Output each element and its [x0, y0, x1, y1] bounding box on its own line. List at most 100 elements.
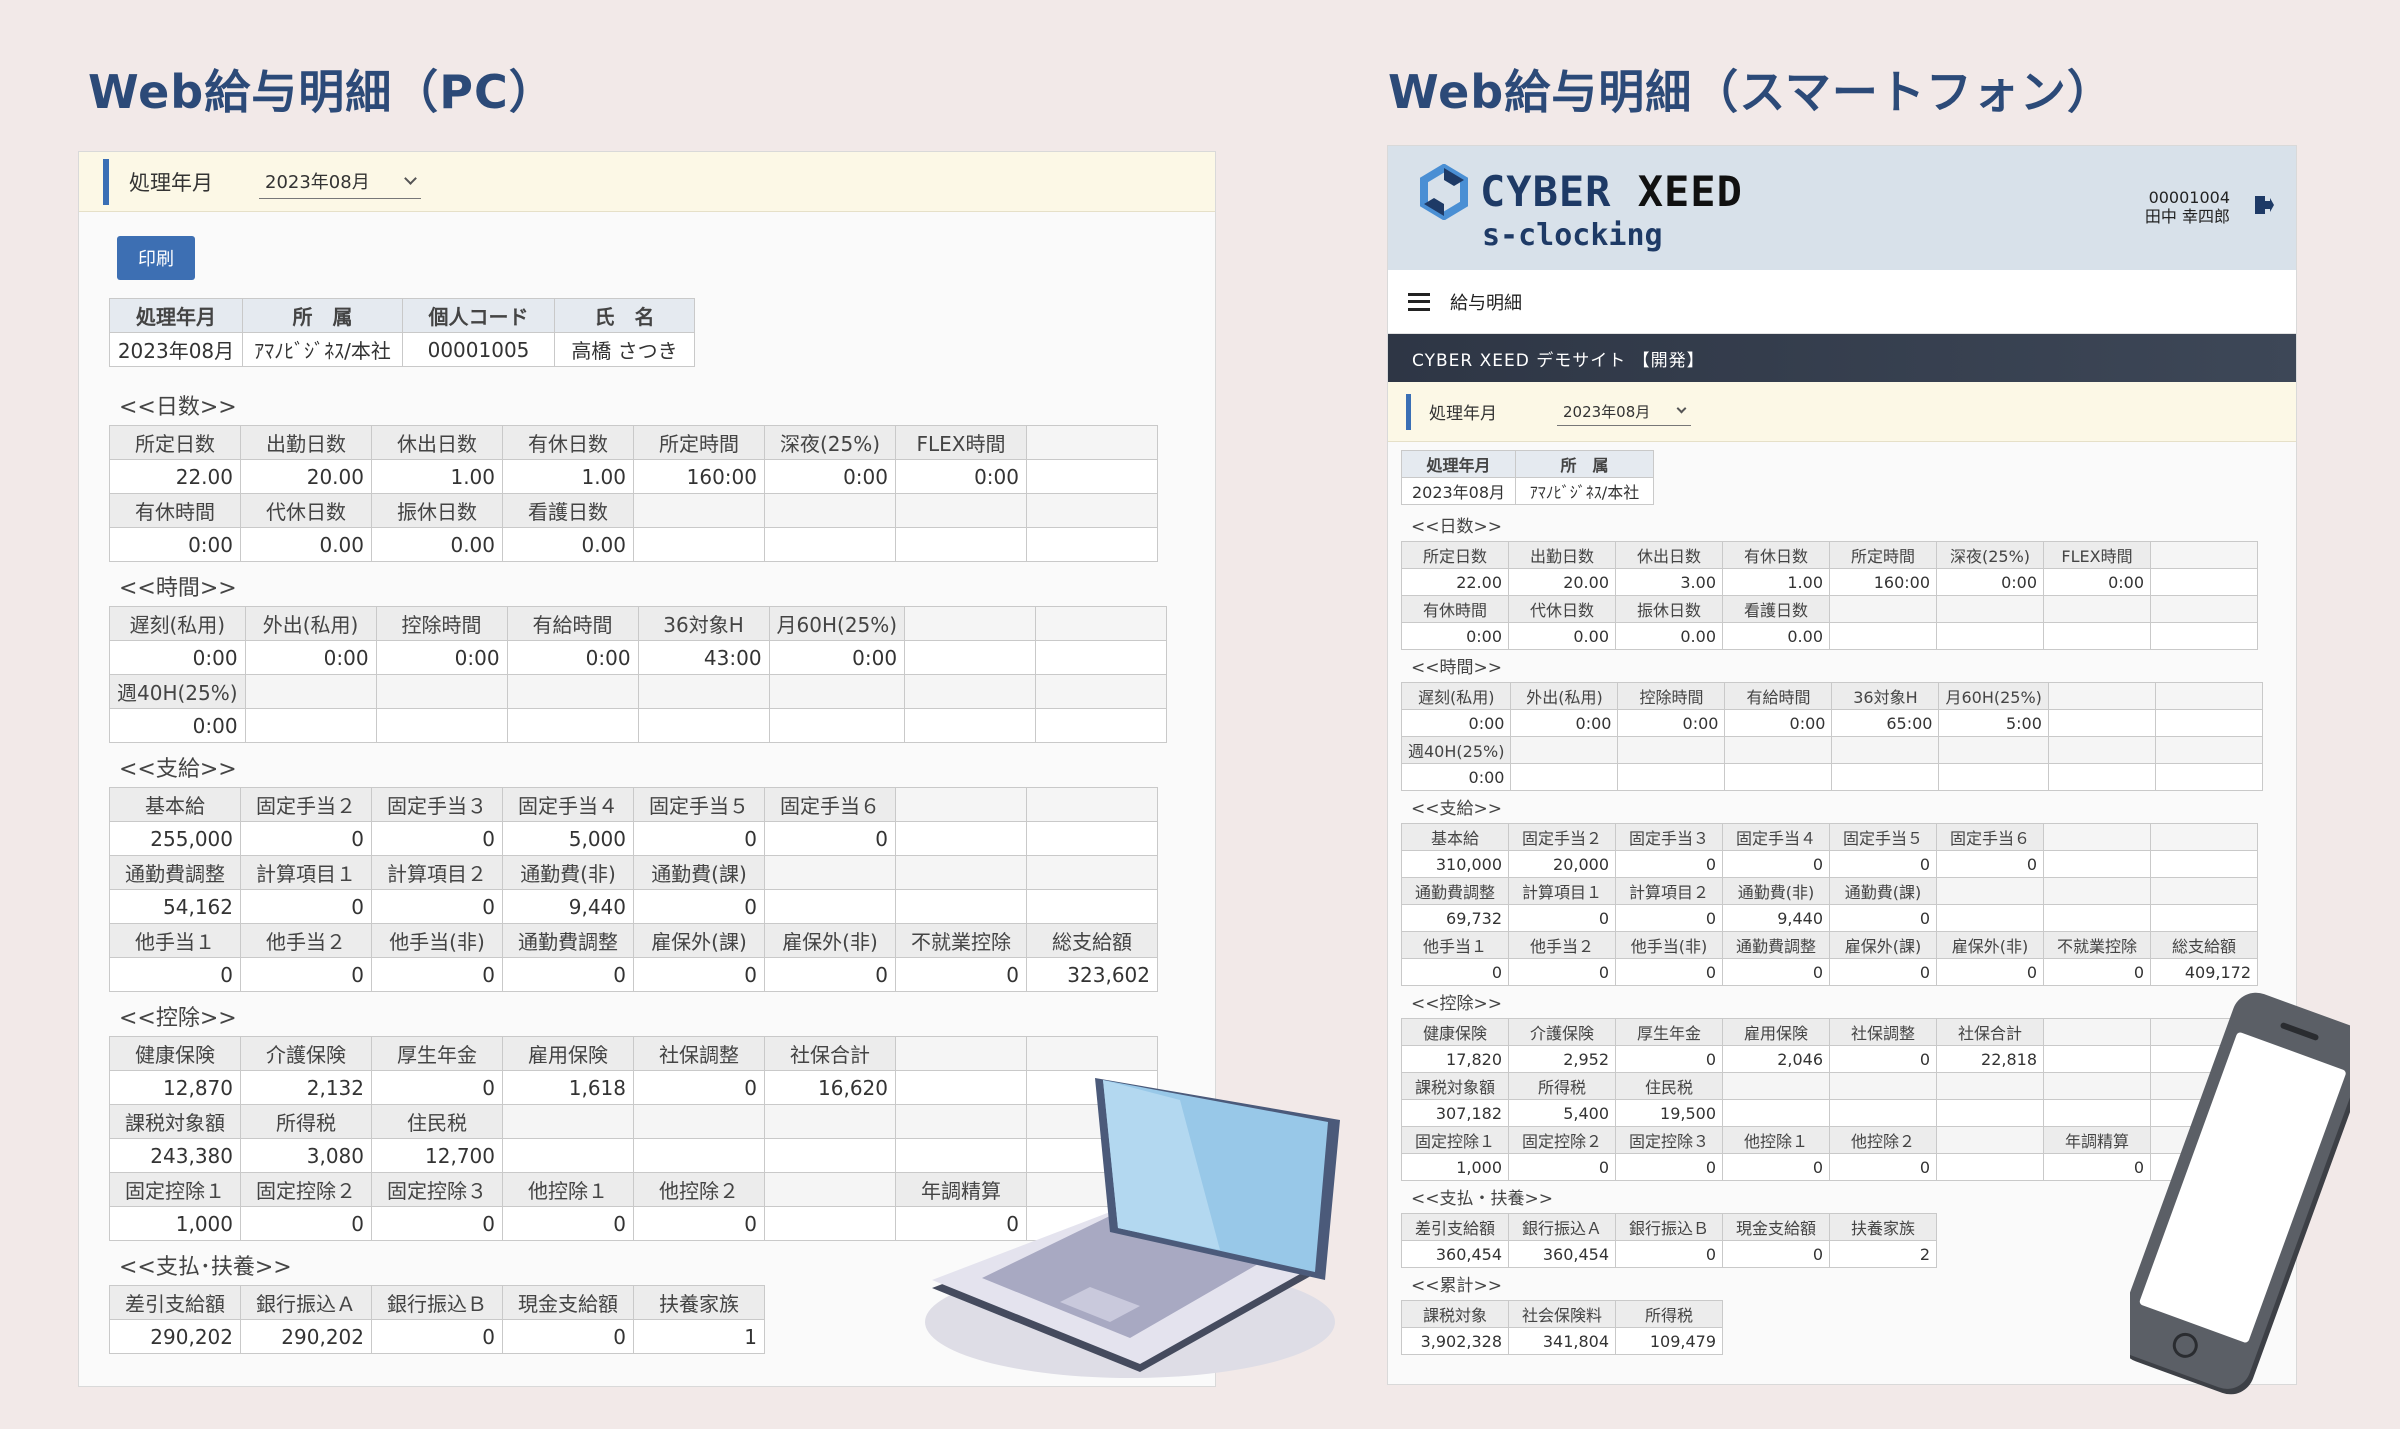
value-cell: 0 — [502, 1319, 634, 1354]
header-cell: 社保調整 — [633, 1036, 765, 1071]
logo-subtitle: s-clocking — [1482, 218, 1663, 253]
value-cell: 307,182 — [1401, 1099, 1509, 1127]
empty-cell — [2043, 904, 2151, 932]
value-cell: 109,479 — [1615, 1327, 1723, 1355]
value-cell: 0 — [240, 821, 372, 856]
empty-cell — [1936, 877, 2044, 905]
header-cell: 雇用保険 — [1722, 1018, 1830, 1046]
empty-cell — [1026, 425, 1158, 460]
header-cell: 雇保外(非) — [764, 923, 896, 958]
chevron-down-icon — [404, 171, 417, 185]
value-cell: 22,818 — [1936, 1045, 2044, 1073]
value-cell: 0 — [371, 889, 503, 924]
value-cell: 2,132 — [240, 1070, 372, 1105]
value-cell: 65:00 — [1831, 709, 1940, 737]
value-cell: 0:00 — [1400, 709, 1512, 737]
header-cell: 深夜(25%) — [764, 425, 896, 460]
empty-cell — [1035, 708, 1168, 743]
info-table: 処理年月所 属 2023年08月 ｱﾏﾉﾋﾞｼﾞﾈｽ/本社 — [1401, 450, 1654, 505]
table-row: 54,162 0 0 9,440 0 — [109, 889, 1158, 924]
section-title: <<時間>> — [119, 576, 237, 601]
empty-cell — [1724, 763, 1833, 791]
value-cell: 0 — [240, 957, 372, 992]
empty-cell — [1026, 459, 1158, 494]
value-cell: 43:00 — [637, 640, 770, 675]
empty-cell — [904, 606, 1037, 641]
value-cell: 0:00 — [1400, 763, 1512, 791]
empty-cell — [904, 674, 1037, 709]
empty-cell — [2150, 622, 2258, 650]
print-button[interactable]: 印刷 — [117, 236, 195, 280]
value-cell: 54,162 — [109, 889, 241, 924]
header-cell: 固定手当３ — [371, 787, 503, 822]
value-cell: 160:00 — [1829, 568, 1937, 596]
header-cell: 他手当(非) — [1615, 931, 1723, 959]
header-cell: 所定日数 — [109, 425, 241, 460]
empty-cell — [764, 1138, 896, 1173]
empty-cell — [1938, 763, 2049, 791]
header-cell: 固定控除３ — [1615, 1126, 1723, 1154]
header-cell: 社保合計 — [1936, 1018, 2044, 1046]
empty-cell — [1026, 821, 1158, 856]
value-cell: 0 — [764, 957, 896, 992]
section-title: <<支給>> — [119, 757, 237, 782]
table-row: 遅刻(私用) 外出(私用) 控除時間 有給時間 36対象H 月60H(25%) — [1400, 682, 2263, 710]
value-cell: 2 — [1829, 1240, 1937, 1268]
value-cell: 0 — [1829, 904, 1937, 932]
header-cell: 通勤費調整 — [1722, 931, 1830, 959]
header-cell: 代休日数 — [240, 493, 372, 528]
table-row: 基本給 固定手当２ 固定手当３ 固定手当４ 固定手当５ 固定手当６ — [1401, 823, 2258, 851]
table-row: 週40H(25%) — [109, 674, 1168, 709]
hamburger-icon[interactable] — [1408, 292, 1430, 311]
value-cell: 0:00 — [768, 640, 906, 675]
logout-icon[interactable] — [2254, 194, 2274, 216]
empty-cell — [633, 527, 765, 562]
empty-cell — [2154, 682, 2263, 710]
header-cell: 不就業控除 — [895, 923, 1027, 958]
empty-cell — [2047, 763, 2156, 791]
empty-cell — [2043, 595, 2151, 623]
header-cell: 健康保険 — [109, 1036, 241, 1071]
header-cell: 他手当２ — [1508, 931, 1616, 959]
empty-cell — [637, 674, 770, 709]
period-select[interactable]: 2023年08月 — [259, 165, 421, 199]
empty-cell — [2043, 823, 2151, 851]
empty-cell — [633, 1104, 765, 1139]
value-cell: 160:00 — [633, 459, 765, 494]
info-value-cell: 2023年08月 — [1401, 477, 1516, 505]
accent-bar — [1406, 393, 1411, 430]
header-cell: 36対象H — [1831, 682, 1940, 710]
empty-cell — [1026, 855, 1158, 890]
empty-cell — [1936, 904, 2044, 932]
section-table: 遅刻(私用) 外出(私用) 控除時間 有給時間 36対象H 月60H(25%) 0:00 0:… — [1400, 682, 2263, 791]
empty-cell — [764, 1172, 896, 1207]
header-cell: 計算項目１ — [1508, 877, 1616, 905]
value-cell: 0 — [633, 821, 765, 856]
value-cell: 3.00 — [1615, 568, 1723, 596]
empty-cell — [895, 527, 1027, 562]
value-cell: 0 — [1722, 1240, 1830, 1268]
period-select[interactable]: 2023年08月 — [1557, 398, 1691, 426]
app-header: CYBER XEED s-clocking 00001004 田中 幸四郎 — [1388, 146, 2296, 270]
header-cell: 通勤費(非) — [502, 855, 634, 890]
header-cell: 所得税 — [1508, 1072, 1616, 1100]
info-value-cell: 2023年08月 — [109, 332, 243, 367]
value-cell: 9,440 — [502, 889, 634, 924]
value-cell: 0 — [240, 889, 372, 924]
header-cell: 基本給 — [109, 787, 241, 822]
value-cell: 0:00 — [244, 640, 377, 675]
empty-cell — [1035, 640, 1168, 675]
period-label: 処理年月 — [129, 170, 213, 195]
empty-cell — [1936, 1099, 2044, 1127]
header-cell: 通勤費(課) — [1829, 877, 1937, 905]
empty-cell — [768, 674, 906, 709]
user-info: 00001004 田中 幸四郎 — [2145, 188, 2230, 226]
empty-cell — [904, 640, 1037, 675]
table-row: 0:00 0:00 0:00 0:00 65:00 5:00 — [1400, 709, 2263, 737]
value-cell: 12,700 — [371, 1138, 503, 1173]
value-cell: 0 — [109, 957, 241, 992]
info-value-cell: ｱﾏﾉﾋﾞｼﾞﾈｽ/本社 — [242, 332, 403, 367]
user-name: 田中 幸四郎 — [2144, 207, 2230, 227]
header-cell: 36対象H — [637, 606, 770, 641]
table-row: 0:00 0.00 0.00 0.00 — [1401, 622, 2258, 650]
